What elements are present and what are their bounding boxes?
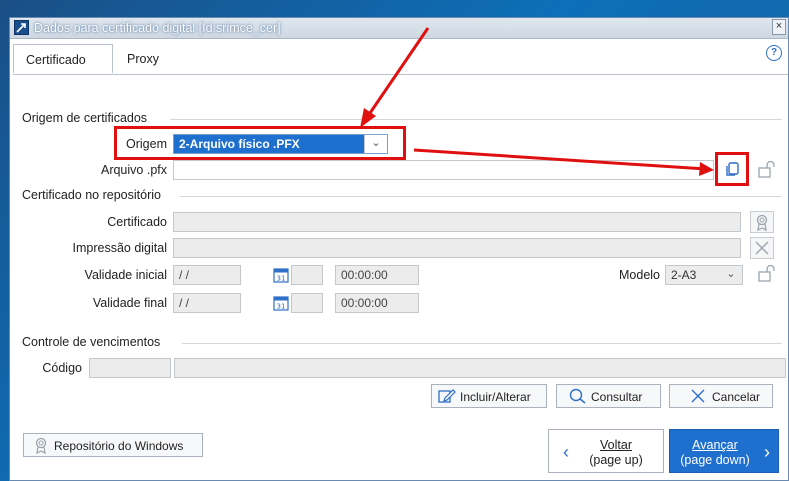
validade-inicial-label: Validade inicial [84,268,167,282]
close-x-icon [755,241,769,255]
modelo-unlock-button[interactable] [755,263,779,285]
chevron-right-icon: › [764,442,770,462]
chevron-down-icon: ⌄ [720,266,742,284]
arquivo-input[interactable] [173,160,714,180]
close-x-icon [691,389,705,403]
voltar-shortcut: (page up) [589,453,643,467]
avancar-button[interactable]: Avançar (page down) › [669,429,779,473]
validade-final-time: 00:00:00 [335,293,419,313]
section-repositorio: Certificado no repositório [22,188,161,202]
unlock-button[interactable] [755,159,779,181]
voltar-label: Voltar [600,438,632,452]
validade-final-extra [291,293,323,313]
validade-inicial-time: 00:00:00 [335,265,419,285]
certificate-button[interactable] [750,211,774,233]
certificado-field [173,212,741,232]
codigo-input[interactable] [89,358,171,378]
avancar-label: Avançar [692,438,738,452]
section-rule [180,196,782,197]
calendar-icon[interactable]: 31 [273,295,289,311]
validade-final-label: Validade final [92,296,167,310]
codigo-description [174,358,786,378]
section-origem: Origem de certificados [22,111,147,125]
repositorio-windows-button[interactable]: Repositório do Windows [23,433,203,457]
avancar-shortcut: (page down) [680,453,750,467]
unlock-icon [758,265,775,282]
repositorio-windows-label: Repositório do Windows [54,439,184,453]
unlock-icon [758,161,775,178]
arquivo-label: Arquivo .pfx [100,163,167,177]
annotation-box-origem [114,126,406,160]
incluir-alterar-button[interactable]: Incluir/Alterar [431,384,547,408]
section-rule [170,119,782,120]
codigo-label: Código [42,361,82,375]
app-icon [14,20,29,35]
voltar-button[interactable]: ‹ Voltar (page up) [548,429,664,473]
validade-final-date: / / [173,293,241,313]
tab-certificado[interactable]: Certificado [13,44,113,74]
title-bar[interactable]: Dados para certificado digital [Id:srimc… [10,18,788,39]
cancelar-button[interactable]: Cancelar [669,384,773,408]
impressao-label: Impressão digital [72,241,168,255]
section-vencimentos: Controle de vencimentos [22,335,160,349]
consultar-button[interactable]: Consultar [556,384,661,408]
dialog-window: Dados para certificado digital [Id:srimc… [9,17,789,481]
section-origem-title: Origem de certificados [22,111,148,125]
cancelar-label: Cancelar [712,390,761,404]
search-icon [569,388,586,404]
certificado-label: Certificado [107,215,167,229]
calendar-icon[interactable]: 31 [273,267,289,283]
svg-text:31: 31 [277,275,286,283]
tab-proxy[interactable]: Proxy [115,44,175,74]
annotation-box-browse [715,152,749,186]
tab-divider [13,74,788,75]
validade-inicial-date: / / [173,265,241,285]
window-title: Dados para certificado digital [Id:srimc… [34,21,281,35]
clear-button[interactable] [750,237,774,259]
section-rule [182,343,782,344]
svg-text:31: 31 [277,303,286,311]
certificate-icon [35,437,47,455]
modelo-label: Modelo [619,268,660,282]
certificate-icon [756,214,768,232]
modelo-select-value: 2-A3 [671,268,697,282]
modelo-select: 2-A3 ⌄ [665,265,743,285]
validade-inicial-extra [291,265,323,285]
section-repositorio-title: Certificado no repositório [22,188,161,202]
help-icon[interactable]: ? [766,45,782,61]
tab-strip: Certificado Proxy [13,40,788,76]
close-button[interactable]: × [772,19,786,35]
section-vencimentos-title: Controle de vencimentos [22,335,161,349]
consultar-label: Consultar [591,390,643,404]
incluir-alterar-label: Incluir/Alterar [460,390,531,404]
impressao-field [173,238,741,258]
edit-icon [438,389,456,403]
